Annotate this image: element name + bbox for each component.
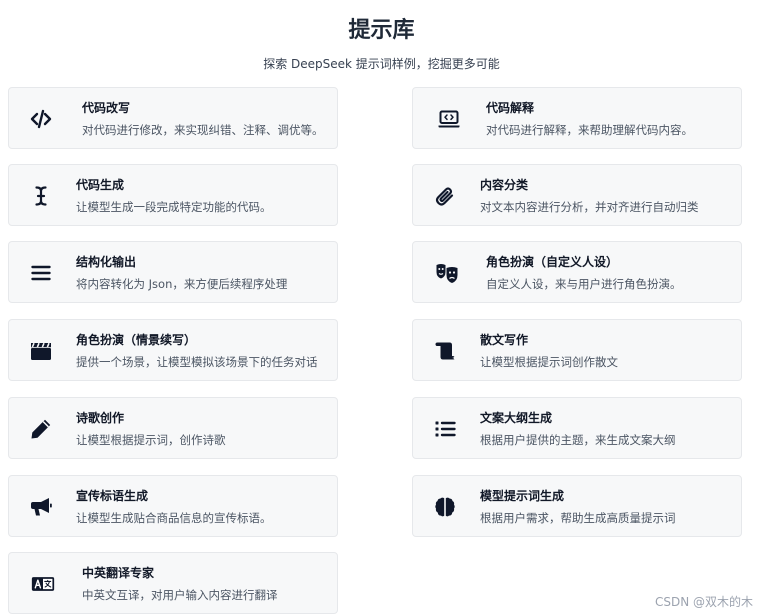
card-title: 代码生成 bbox=[76, 178, 125, 192]
card-title: 中英翻译专家 bbox=[82, 566, 155, 580]
card-description: 根据用户提供的主题，来生成文案大纲 bbox=[480, 433, 676, 447]
bars-icon bbox=[27, 259, 55, 287]
brain-icon bbox=[431, 493, 459, 521]
card-description: 根据用户需求，帮助生成高质量提示词 bbox=[480, 511, 676, 525]
card-description: 对代码进行解释，来帮助理解代码内容。 bbox=[486, 123, 693, 137]
prompt-card-slogan-generate[interactable]: 宣传标语生成 让模型生成贴合商品信息的宣传标语。 bbox=[8, 475, 338, 537]
card-title: 结构化输出 bbox=[76, 255, 137, 269]
pencil-icon bbox=[27, 415, 55, 443]
prompt-card-outline-generate[interactable]: 文案大纲生成 根据用户提供的主题，来生成文案大纲 bbox=[412, 397, 742, 459]
masks-theater-icon bbox=[433, 259, 461, 287]
card-title: 宣传标语生成 bbox=[76, 489, 149, 503]
card-description: 自定义人设，来与用户进行角色扮演。 bbox=[486, 277, 682, 291]
prompt-card-structured-output[interactable]: 结构化输出 将内容转化为 Json，来方便后续程序处理 bbox=[8, 241, 338, 303]
language-icon bbox=[29, 570, 57, 598]
page-title: 提示库 bbox=[348, 18, 415, 43]
prompt-card-prose-writing[interactable]: 散文写作 让模型根据提示词创作散文 bbox=[412, 319, 742, 381]
card-description: 让模型生成贴合商品信息的宣传标语。 bbox=[76, 511, 272, 525]
laptop-code-icon bbox=[435, 105, 463, 133]
card-description: 让模型生成一段完成特定功能的代码。 bbox=[76, 200, 272, 214]
card-description: 让模型根据提示词创作散文 bbox=[480, 355, 618, 369]
card-title: 散文写作 bbox=[480, 333, 529, 347]
prompt-card-roleplay-scenario[interactable]: 角色扮演（情景续写） 提供一个场景，让模型模拟该场景下的任务对话 bbox=[8, 319, 338, 381]
card-title: 模型提示词生成 bbox=[480, 489, 565, 503]
card-description: 提供一个场景，让模型模拟该场景下的任务对话 bbox=[76, 355, 318, 369]
scroll-icon bbox=[431, 337, 459, 365]
prompt-card-code-rewrite[interactable]: 代码改写 对代码进行修改，来实现纠错、注释、调优等。 bbox=[8, 87, 338, 149]
card-description: 对代码进行修改，来实现纠错、注释、调优等。 bbox=[82, 123, 324, 137]
card-title: 诗歌创作 bbox=[76, 411, 125, 425]
card-description: 让模型根据提示词，创作诗歌 bbox=[76, 433, 226, 447]
prompt-card-roleplay-persona[interactable]: 角色扮演（自定义人设） 自定义人设，来与用户进行角色扮演。 bbox=[412, 241, 742, 303]
text-cursor-icon bbox=[27, 182, 55, 210]
card-title: 角色扮演（自定义人设） bbox=[486, 255, 619, 269]
card-description: 对文本内容进行分析，并对齐进行自动归类 bbox=[480, 200, 699, 214]
prompt-card-translation-expert[interactable]: 中英翻译专家 中英文互译，对用户输入内容进行翻译 bbox=[8, 552, 338, 614]
prompt-card-content-classify[interactable]: 内容分类 对文本内容进行分析，并对齐进行自动归类 bbox=[412, 164, 742, 226]
code-icon bbox=[27, 105, 55, 133]
paperclip-icon bbox=[431, 182, 459, 210]
prompt-card-prompt-generate[interactable]: 模型提示词生成 根据用户需求，帮助生成高质量提示词 bbox=[412, 475, 742, 537]
clapperboard-icon bbox=[27, 337, 55, 365]
card-description: 将内容转化为 Json，来方便后续程序处理 bbox=[76, 277, 288, 291]
page-subtitle: 探索 DeepSeek 提示词样例，挖掘更多可能 bbox=[263, 57, 500, 71]
card-title: 文案大纲生成 bbox=[480, 411, 553, 425]
watermark: CSDN @双木的木 bbox=[654, 595, 753, 609]
prompt-card-code-explain[interactable]: 代码解释 对代码进行解释，来帮助理解代码内容。 bbox=[412, 87, 742, 149]
card-title: 角色扮演（情景续写） bbox=[76, 333, 197, 347]
card-title: 代码改写 bbox=[82, 101, 131, 115]
card-title: 代码解释 bbox=[486, 101, 535, 115]
prompt-card-code-generate[interactable]: 代码生成 让模型生成一段完成特定功能的代码。 bbox=[8, 164, 338, 226]
card-title: 内容分类 bbox=[480, 178, 529, 192]
megaphone-icon bbox=[27, 493, 55, 521]
card-description: 中英文互译，对用户输入内容进行翻译 bbox=[82, 588, 278, 602]
prompt-card-poetry[interactable]: 诗歌创作 让模型根据提示词，创作诗歌 bbox=[8, 397, 338, 459]
list-icon bbox=[431, 415, 459, 443]
